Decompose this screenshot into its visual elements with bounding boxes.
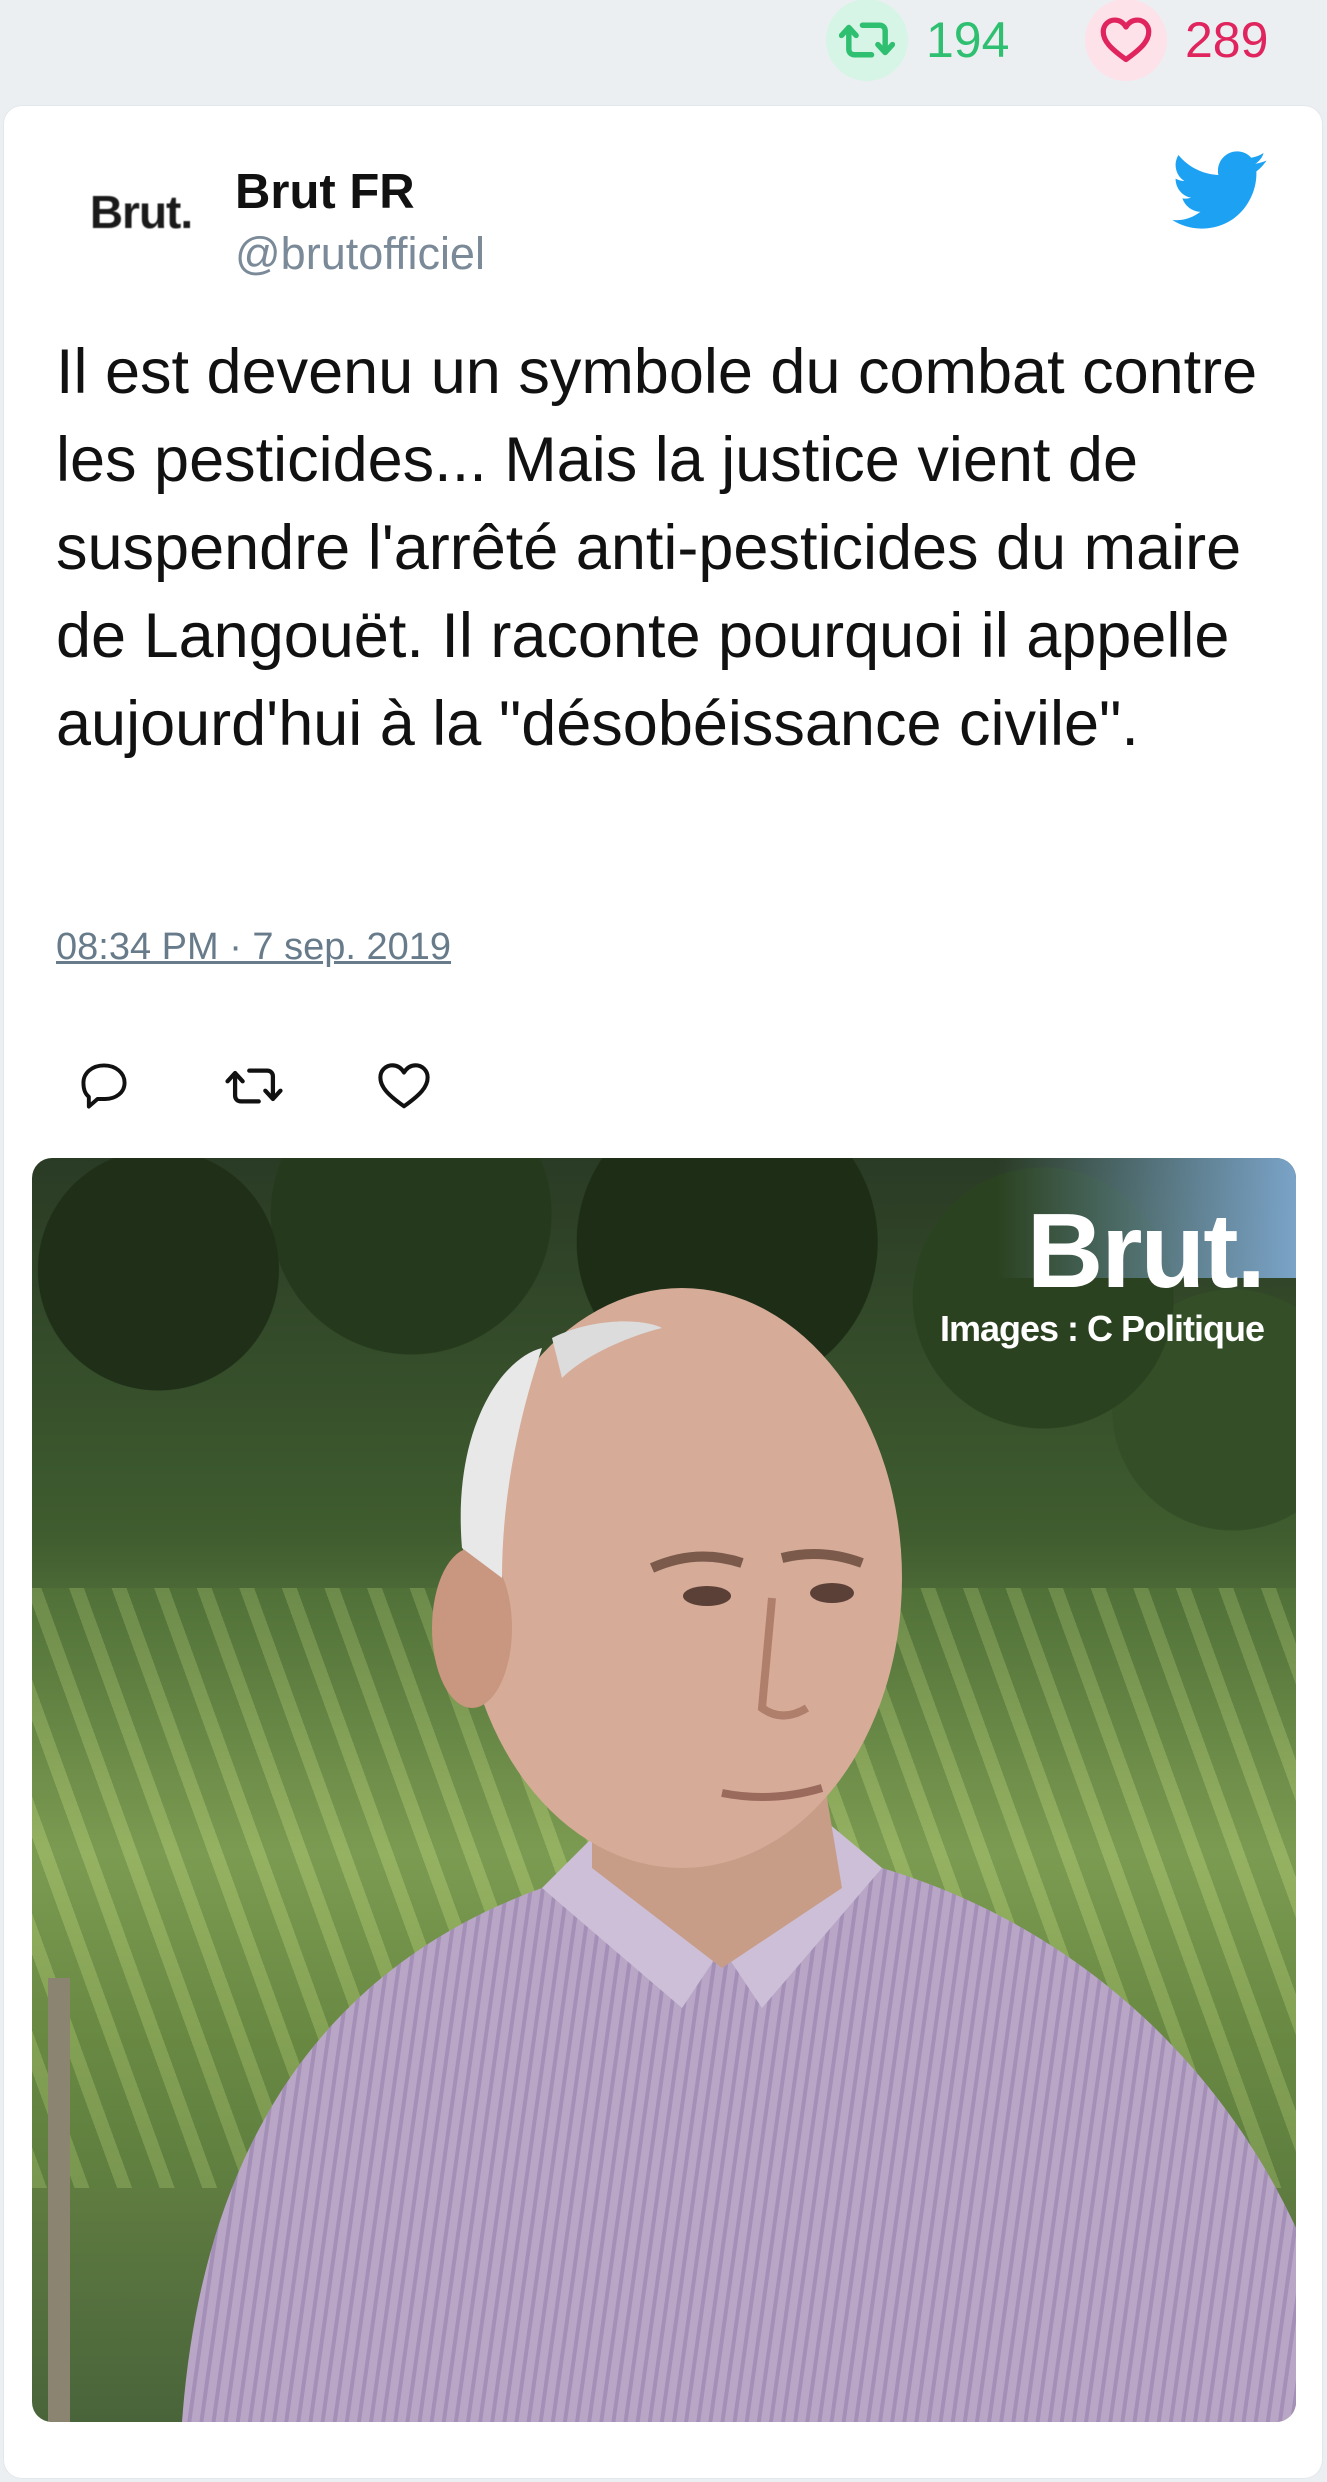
retweet-icon[interactable] bbox=[826, 0, 908, 81]
retweet-stat[interactable]: 194 bbox=[826, 0, 1010, 81]
media-watermark: Brut. Images : C Politique bbox=[939, 1192, 1266, 1350]
tweet-media-video[interactable]: Brut. Images : C Politique bbox=[32, 1158, 1296, 2422]
retweet-count: 194 bbox=[926, 12, 1010, 68]
tweet-text: Il est devenu un symbole du combat contr… bbox=[56, 337, 1258, 759]
retweet-icon[interactable] bbox=[214, 1046, 294, 1126]
tweet-card: Brut. Brut FR @brutofficiel Il est deven… bbox=[4, 106, 1322, 2478]
media-person bbox=[182, 1288, 1296, 2422]
watermark-credit: Images : C Politique bbox=[939, 1308, 1265, 1349]
watermark-brut-logo: Brut. bbox=[1026, 1192, 1266, 1310]
tweet-actions bbox=[64, 1046, 514, 1126]
stats-bar: 194 289 bbox=[0, 0, 1327, 100]
like-stat[interactable]: 289 bbox=[1085, 0, 1269, 81]
reply-icon[interactable] bbox=[64, 1046, 144, 1126]
like-count: 289 bbox=[1185, 12, 1269, 68]
author-name[interactable]: Brut FR bbox=[235, 164, 415, 220]
avatar[interactable]: Brut. bbox=[56, 162, 226, 262]
author-handle[interactable]: @brutofficiel bbox=[235, 228, 485, 280]
twitter-bird-icon[interactable] bbox=[1172, 148, 1268, 234]
like-icon[interactable] bbox=[364, 1046, 444, 1126]
heart-icon[interactable] bbox=[1085, 0, 1167, 81]
tweet-timestamp[interactable]: 08:34 PM · 7 sep. 2019 bbox=[56, 926, 451, 969]
media-fence-post bbox=[48, 1978, 70, 2422]
